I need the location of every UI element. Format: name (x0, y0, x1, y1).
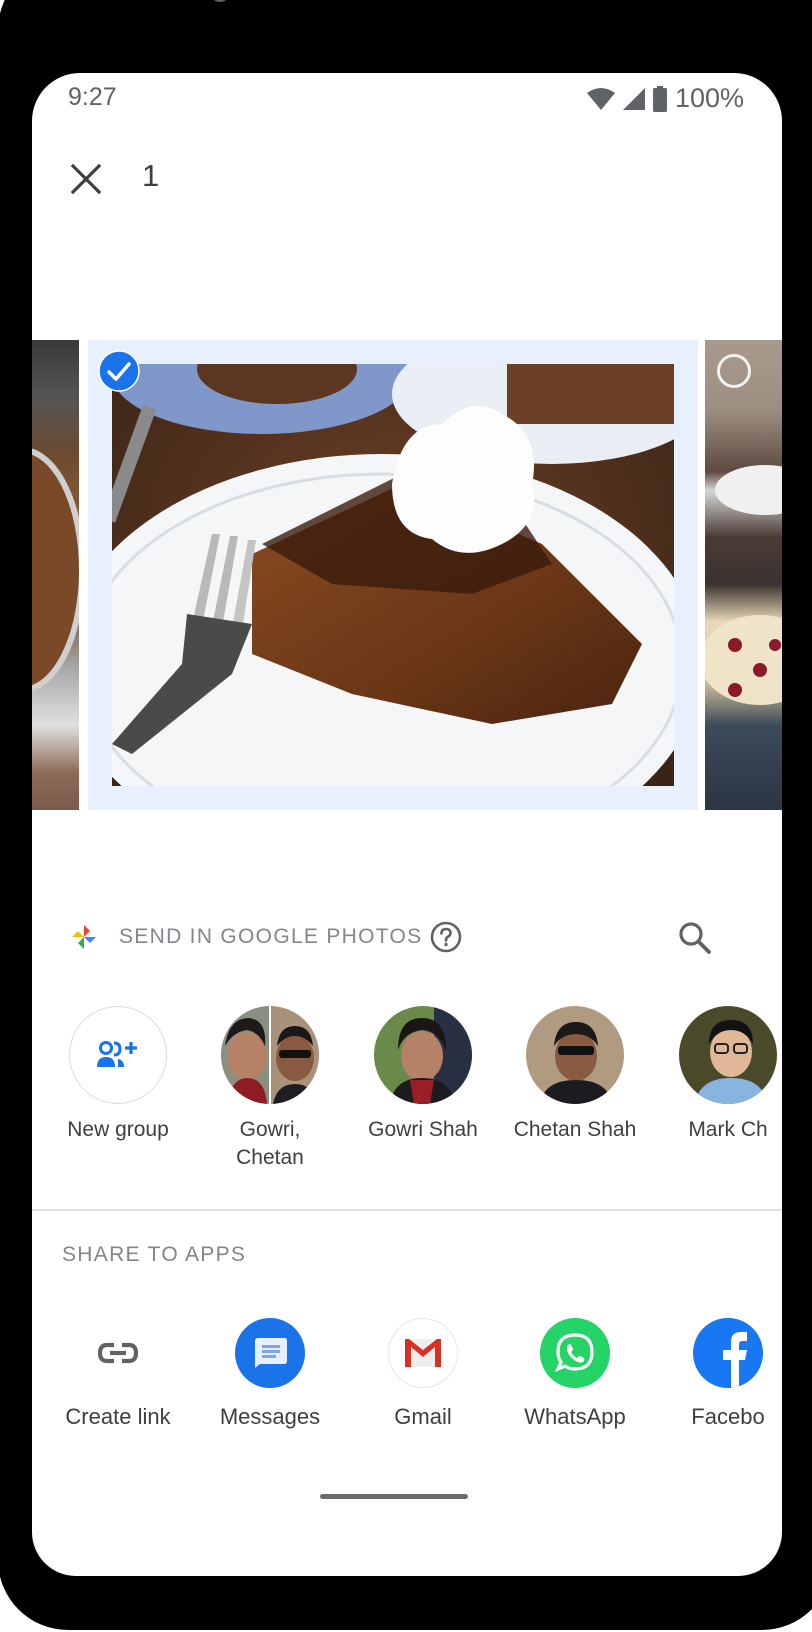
app-gmail[interactable]: Gmail (348, 1318, 498, 1430)
mark-avatar-image (679, 1006, 777, 1104)
battery-icon (652, 85, 667, 112)
pie-photo (112, 364, 674, 786)
chetan-shah-avatar (526, 1006, 624, 1104)
battery-percent: 100% (674, 83, 744, 113)
contact-label: Gowri Shah (368, 1118, 478, 1141)
search-icon[interactable] (676, 919, 714, 957)
contact-gowri-chetan[interactable]: Gowri, Chetan (195, 1006, 345, 1172)
group-avatar (221, 1006, 319, 1104)
section-divider (32, 1209, 782, 1211)
selected-count: 1 (142, 158, 160, 193)
home-gesture-bar[interactable] (320, 1494, 468, 1499)
contacts-row: New group Gowri, Chetan Gowri Shah Cheta… (32, 1006, 782, 1186)
photo-thumbnail-next[interactable] (705, 340, 782, 810)
contact-label: Chetan Shah (513, 1118, 637, 1141)
app-label: Gmail (394, 1404, 452, 1429)
signal-icon (622, 87, 645, 110)
app-create-link[interactable]: Create link (43, 1318, 193, 1430)
add-group-icon (97, 1041, 137, 1067)
app-facebook[interactable]: Facebo (653, 1318, 782, 1430)
app-whatsapp[interactable]: WhatsApp (500, 1318, 650, 1430)
app-label: Facebo (691, 1404, 765, 1429)
facebook-icon (693, 1318, 763, 1388)
photo-selected[interactable] (88, 340, 698, 810)
contact-new-group[interactable]: New group (43, 1006, 193, 1144)
google-photos-logo-icon (72, 925, 96, 949)
gowri-shah-avatar-image (374, 1006, 472, 1104)
app-label: WhatsApp (524, 1404, 626, 1429)
contact-gowri-shah[interactable]: Gowri Shah (348, 1006, 498, 1144)
contact-label-line1: Gowri, (239, 1118, 301, 1141)
share-to-apps-title: SHARE TO APPS (62, 1243, 247, 1266)
chetan-shah-avatar-image (526, 1006, 624, 1104)
contact-label: New group (67, 1118, 169, 1141)
screen: 9:27 100% 1 SEND IN GOOGLE PHOTOS New gr… (32, 73, 782, 1576)
contact-mark[interactable]: Mark Ch (653, 1006, 782, 1144)
cookies-table-image (705, 465, 782, 705)
status-icons: 100% (586, 83, 744, 114)
apps-row: Create link Messages Gmail WhatsApp Face… (32, 1318, 782, 1458)
mark-avatar (679, 1006, 777, 1104)
contact-label-line2: Chetan (236, 1146, 304, 1169)
pie-slice-image (112, 364, 674, 786)
close-icon[interactable] (68, 161, 104, 197)
unselected-circle-icon[interactable] (717, 354, 751, 388)
link-icon (83, 1318, 153, 1388)
status-time: 9:27 (68, 83, 117, 111)
pie-tin-image (32, 448, 79, 692)
contact-label: Gowri, Chetan (195, 1116, 345, 1172)
whatsapp-icon (540, 1318, 610, 1388)
status-bar: 9:27 100% (32, 73, 782, 123)
app-label: Create link (65, 1404, 171, 1429)
contact-label: Mark Ch (688, 1118, 768, 1141)
wifi-icon (586, 87, 615, 110)
gowri-shah-avatar (374, 1006, 472, 1104)
new-group-avatar (69, 1006, 167, 1104)
selected-check-icon[interactable] (98, 350, 140, 392)
photo-carousel[interactable] (32, 340, 782, 830)
send-in-google-photos-header: SEND IN GOOGLE PHOTOS (32, 911, 782, 963)
front-camera (208, 0, 232, 2)
group-avatar-image (221, 1006, 319, 1104)
send-section-title: SEND IN GOOGLE PHOTOS (119, 925, 423, 948)
gmail-icon (388, 1318, 458, 1388)
help-icon[interactable] (430, 921, 462, 953)
app-messages[interactable]: Messages (195, 1318, 345, 1430)
messages-icon (235, 1318, 305, 1388)
contact-chetan-shah[interactable]: Chetan Shah (500, 1006, 650, 1144)
photo-thumbnail-prev[interactable] (32, 340, 79, 810)
app-label: Messages (219, 1404, 321, 1429)
